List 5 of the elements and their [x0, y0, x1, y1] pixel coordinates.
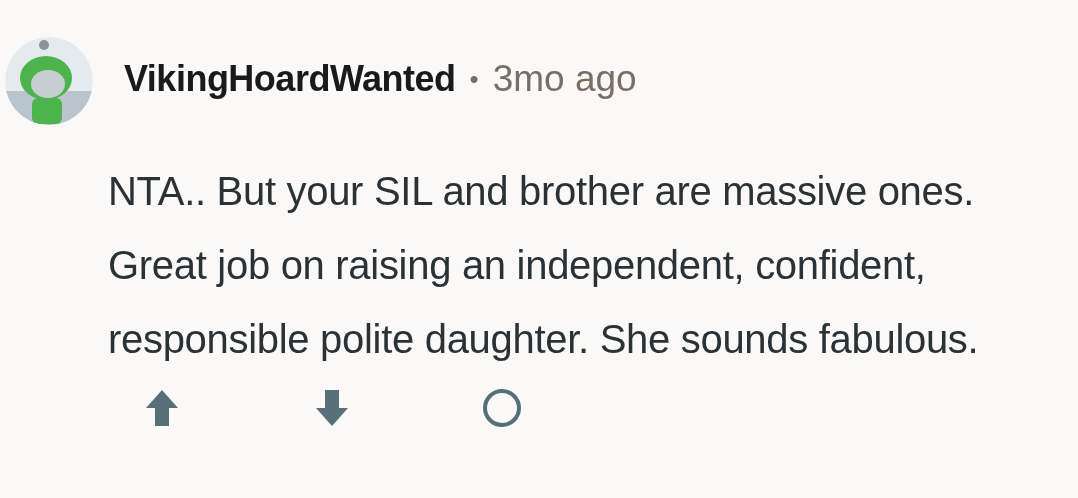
- username[interactable]: VikingHoardWanted: [124, 58, 456, 100]
- comment-text: NTA.. But your SIL and brother are massive ones. Great job on raising an independent, confident, responsible polite daughter. She sounds fabulous.: [108, 168, 980, 363]
- timestamp: 3mo ago: [492, 58, 637, 100]
- comment-icon[interactable]: [482, 388, 522, 428]
- separator-dot: •: [469, 63, 479, 95]
